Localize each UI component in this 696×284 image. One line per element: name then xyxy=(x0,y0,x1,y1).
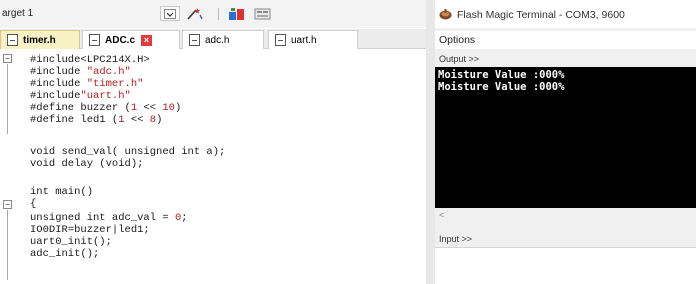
fold-guide xyxy=(7,210,8,280)
tab-uart-h[interactable]: uart.h xyxy=(268,30,358,49)
editor-tabs: timer.h ADC.c × adc.h uart.h xyxy=(0,29,426,49)
output-line: Moisture Value :000% xyxy=(438,81,565,93)
fold-guide xyxy=(7,64,8,134)
code-editor[interactable]: − − #include<LPC214X.H> #include "adc.h"… xyxy=(0,50,426,284)
output-line: Moisture Value :000% xyxy=(438,69,565,81)
output-label: Output >> xyxy=(439,54,480,64)
scroll-left-icon[interactable]: < xyxy=(439,210,444,220)
code-line: #define led1 (1 << 8) xyxy=(30,114,163,126)
output-horizontal-scrollbar[interactable]: < xyxy=(435,208,696,224)
code-line: void send_val( unsigned int a); xyxy=(30,146,226,158)
code-line: #include "adc.h" xyxy=(30,66,131,78)
code-line: unsigned int adc_val = 0; xyxy=(30,212,188,224)
header-file-icon xyxy=(189,34,200,46)
tab-adc-h[interactable]: adc.h xyxy=(182,30,264,49)
ide-toolbar: arget 1 xyxy=(0,0,426,28)
code-line: adc_init(); xyxy=(30,248,100,260)
tab-adc-c[interactable]: ADC.c × xyxy=(82,30,180,49)
code-line: #include<LPC214X.H> xyxy=(30,54,150,66)
source-file-icon xyxy=(89,34,100,46)
code-line: #define buzzer (1 << 10) xyxy=(30,102,182,114)
code-line: { xyxy=(30,198,37,210)
tab-label: uart.h xyxy=(291,34,317,46)
fold-collapse-icon[interactable]: − xyxy=(3,200,12,209)
header-file-icon xyxy=(275,34,286,46)
terminal-titlebar: Flash Magic Terminal - COM3, 9600 xyxy=(435,0,696,28)
tab-label: adc.h xyxy=(205,34,230,46)
code-line: uart0_init(); xyxy=(30,236,112,248)
terminal-title: Flash Magic Terminal - COM3, 9600 xyxy=(457,9,625,21)
tab-label: ADC.c xyxy=(105,34,136,46)
flash-magic-icon xyxy=(439,9,452,20)
code-line: #include "timer.h" xyxy=(30,78,144,90)
terminal-menubar: Options xyxy=(435,31,696,49)
fold-collapse-icon[interactable]: − xyxy=(3,54,12,63)
code-line: int main() xyxy=(30,186,94,198)
pane-divider xyxy=(426,0,435,284)
options-wand-icon[interactable] xyxy=(184,6,206,21)
terminal-window: Flash Magic Terminal - COM3, 9600 Option… xyxy=(435,0,696,284)
code-line: IO0DIR=buzzer|led1; xyxy=(30,224,150,236)
ide-window: arget 1 timer.h ADC.c × adc.h uart.h − −… xyxy=(0,0,426,284)
tab-timer-h[interactable]: timer.h xyxy=(0,30,80,49)
code-line: #include"uart.h" xyxy=(30,90,131,102)
close-tab-icon[interactable]: × xyxy=(141,34,153,46)
header-file-icon xyxy=(7,34,18,46)
tab-label: timer.h xyxy=(23,34,56,46)
input-label: Input >> xyxy=(439,234,473,244)
menu-options[interactable]: Options xyxy=(439,34,475,46)
editor-gutter: − − xyxy=(0,50,26,284)
load-flash-icon[interactable] xyxy=(226,6,248,21)
manage-components-icon[interactable] xyxy=(252,6,274,21)
target-label: arget 1 xyxy=(2,8,34,19)
toolbar-separator xyxy=(218,8,219,20)
target-dropdown-icon[interactable] xyxy=(160,6,180,21)
output-console[interactable]: Moisture Value :000% Moisture Value :000… xyxy=(435,67,696,208)
code-line: void delay (void); xyxy=(30,158,144,170)
input-field[interactable] xyxy=(435,247,696,284)
